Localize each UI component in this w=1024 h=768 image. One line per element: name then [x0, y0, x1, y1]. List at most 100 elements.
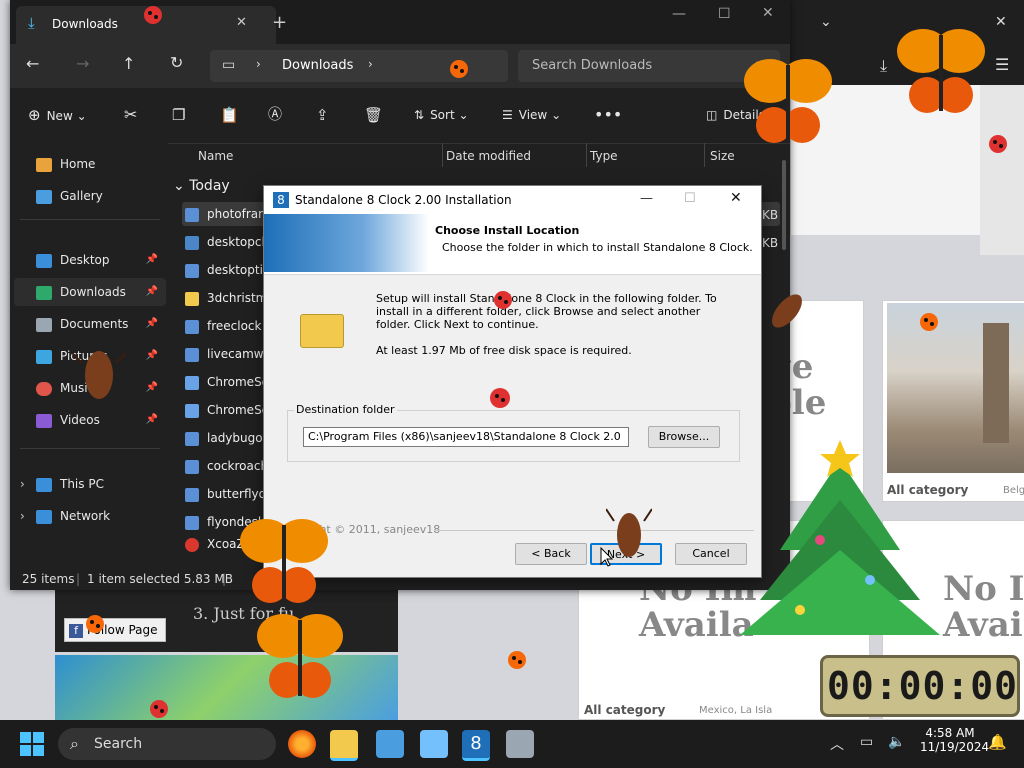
rename-icon[interactable]: Ⓐ [268, 101, 282, 129]
forward-icon[interactable]: → [76, 54, 89, 73]
speaker-icon[interactable]: 🔈 [888, 734, 905, 750]
delete-icon[interactable]: 🗑 [364, 101, 383, 129]
maximize-icon[interactable]: ☐ [684, 191, 696, 206]
column-date[interactable]: Date modified [446, 149, 531, 163]
paste-icon[interactable]: 📋 [220, 101, 239, 129]
chevron-right-icon[interactable]: › [368, 57, 373, 71]
nav-documents[interactable]: Documents 📌 [36, 310, 164, 338]
breadcrumb[interactable]: Downloads [282, 58, 353, 73]
sort-icon: ⇅ [414, 108, 425, 122]
nav-home[interactable]: Home [36, 150, 95, 178]
list-item[interactable]: desktopclo [185, 229, 272, 255]
pin-icon[interactable]: 📌 [146, 246, 158, 274]
search-input[interactable]: Search Downloads ⌕ [518, 50, 780, 82]
christmas-tree-widget[interactable] [740, 440, 940, 640]
list-item[interactable]: 3dchristma [185, 285, 275, 311]
firefox-icon[interactable] [288, 730, 316, 758]
pin-icon[interactable]: 📌 [146, 406, 158, 434]
back-icon[interactable]: ← [26, 54, 39, 73]
documents-icon [36, 317, 52, 332]
scrollbar[interactable] [782, 160, 786, 250]
taskbar-search[interactable]: ⌕ Search [58, 728, 276, 760]
network-icon[interactable]: ▭ [860, 734, 873, 750]
nav-desktop[interactable]: Desktop 📌 [36, 246, 164, 274]
nav-gallery[interactable]: Gallery [36, 182, 103, 210]
pin-icon[interactable]: 📌 [146, 342, 158, 370]
pin-icon[interactable]: 📌 [146, 310, 158, 338]
item-count: 25 items [22, 572, 75, 586]
column-type[interactable]: Type [590, 149, 618, 163]
close-tab-icon[interactable]: ✕ [236, 15, 247, 30]
expand-chevron-icon[interactable]: › [20, 509, 25, 523]
copy-icon[interactable]: ❐ [172, 101, 185, 129]
nav-this-pc[interactable]: This PC [36, 470, 104, 498]
status-divider: | [222, 572, 227, 586]
close-icon[interactable]: ✕ [995, 14, 1007, 30]
minimize-icon[interactable]: — [672, 6, 686, 22]
share-icon[interactable]: ⇪ [316, 101, 329, 129]
list-item[interactable]: livecamwa [185, 341, 271, 367]
file-icon [185, 515, 199, 530]
cut-icon[interactable]: ✂ [124, 101, 137, 129]
column-divider[interactable] [442, 143, 443, 167]
nav-network[interactable]: Network [36, 502, 110, 530]
start-button[interactable] [20, 732, 44, 756]
windows-logo-tile [20, 732, 31, 743]
app-icon[interactable] [420, 730, 448, 758]
view-button[interactable]: ☰ View ⌄ [502, 101, 561, 129]
dialog-titlebar[interactable]: 8 Standalone 8 Clock 2.00 Installation —… [264, 186, 761, 214]
clock-widget[interactable]: 00:00:00 [820, 655, 1020, 717]
back-button[interactable]: < Back [515, 543, 587, 565]
nav-downloads[interactable]: Downloads 📌 [36, 278, 164, 306]
list-item[interactable]: ladybugon [185, 425, 270, 451]
cancel-button[interactable]: Cancel [675, 543, 747, 565]
new-button[interactable]: ⊕ New ⌄ [28, 101, 87, 129]
file-icon [185, 487, 199, 502]
column-name[interactable]: Name [198, 149, 233, 163]
close-icon[interactable]: ✕ [762, 5, 774, 21]
chevron-down-icon[interactable]: ⌄ [820, 14, 832, 30]
list-item[interactable]: freeclock [185, 313, 261, 339]
column-divider[interactable] [704, 143, 705, 167]
notification-bell-icon[interactable]: 🔔 [988, 733, 1007, 751]
installer-icon[interactable] [506, 730, 534, 758]
app-icon[interactable] [376, 730, 404, 758]
follow-page-button[interactable]: f Follow Page [64, 618, 166, 642]
list-item[interactable]: cockroach [185, 453, 268, 479]
divider [20, 219, 160, 220]
file-name: cockroach [207, 459, 269, 473]
list-item[interactable]: butterflyon [185, 481, 274, 507]
standalone-clock-icon[interactable]: 8 [462, 730, 490, 761]
more-icon[interactable]: ••• [594, 101, 622, 129]
list-item[interactable]: ChromeSet [185, 369, 274, 395]
file-explorer-icon[interactable] [330, 730, 358, 761]
group-header-today[interactable]: ⌄ Today [173, 178, 230, 194]
tab-bar: ⤓ Downloads ✕ + — ☐ ✕ [10, 0, 790, 44]
maximize-icon[interactable]: ☐ [718, 6, 731, 22]
browse-button[interactable]: Browse... [648, 426, 720, 448]
refresh-icon[interactable]: ↻ [170, 53, 183, 72]
minimize-icon[interactable]: — [640, 191, 653, 206]
cockroach-icon [772, 294, 802, 328]
up-icon[interactable]: ↑ [122, 54, 135, 73]
expand-chevron-icon[interactable]: › [20, 477, 25, 491]
search-placeholder: Search Downloads [532, 58, 653, 73]
sort-button[interactable]: ⇅ Sort ⌄ [414, 101, 469, 129]
nav-label: This PC [60, 477, 104, 491]
chevron-up-icon[interactable]: ︿ [830, 734, 844, 754]
download-icon[interactable]: ⤓ [880, 56, 887, 76]
list-item[interactable]: ChromeSet [185, 397, 274, 423]
column-size[interactable]: Size [710, 149, 735, 163]
list-item[interactable]: desktoptim [185, 257, 275, 283]
pin-icon[interactable]: 📌 [146, 374, 158, 402]
new-tab-icon[interactable]: + [272, 12, 287, 33]
list-item[interactable]: photofram [185, 201, 270, 227]
pin-icon[interactable]: 📌 [146, 278, 158, 306]
column-divider[interactable] [586, 143, 587, 167]
file-icon [185, 319, 199, 334]
nav-videos[interactable]: Videos 📌 [36, 406, 164, 434]
destination-input[interactable]: C:\Program Files (x86)\sanjeev18\Standal… [303, 427, 629, 447]
close-icon[interactable]: ✕ [730, 190, 742, 206]
system-clock[interactable]: 4:58 AM 11/19/2024 [920, 726, 989, 754]
menu-icon[interactable]: ☰ [995, 55, 1009, 74]
